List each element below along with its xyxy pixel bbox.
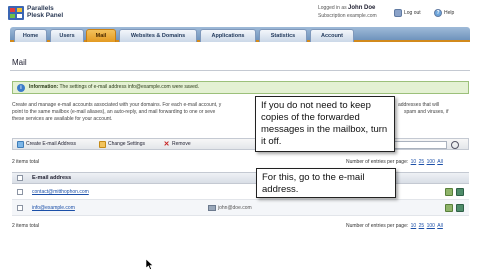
email-table: E-mail address contact@mitthophon.com in… — [12, 172, 469, 216]
brand-line-2: Plesk Panel — [27, 12, 64, 19]
entries-per-page-bottom: Number of entries per page: 10 25 100 Al… — [346, 223, 443, 229]
webmail-icon[interactable] — [456, 188, 464, 196]
tab-users[interactable]: Users — [50, 29, 84, 42]
description-line-2-end: spam and viruses, if — [404, 109, 449, 115]
info-label: Information: — [29, 84, 59, 90]
forward-icon — [208, 205, 216, 211]
entries-per-page-top: Number of entries per page: 10 25 100 Al… — [346, 159, 443, 165]
tab-websites-domains[interactable]: Websites & Domains — [119, 29, 197, 42]
mouse-cursor-icon — [146, 259, 154, 270]
email-address-link[interactable]: info@example.com — [32, 205, 75, 211]
items-total-bottom: 2 items total — [12, 223, 39, 229]
webmail-icon[interactable] — [456, 204, 464, 212]
table-row: contact@mitthophon.com — [12, 184, 469, 200]
per-page-label: Number of entries per page: — [346, 159, 409, 165]
tab-account[interactable]: Account — [310, 29, 354, 42]
tab-statistics[interactable]: Statistics — [259, 29, 307, 42]
info-message: i Information: The settings of e-mail ad… — [12, 81, 469, 94]
info-icon: i — [17, 84, 25, 92]
mailbox-icon[interactable] — [445, 188, 453, 196]
items-total-top: 2 items total — [12, 159, 39, 165]
forwarding-info: john@doe.com — [208, 205, 252, 211]
create-email-label: Create E-mail Address — [26, 141, 77, 147]
remove-x-icon: ✕ — [163, 141, 170, 148]
description-line-2: point to the same mailbox (e-mail aliase… — [12, 109, 216, 115]
column-email-address[interactable]: E-mail address — [32, 175, 71, 181]
mail-toolbar: Create E-mail Address Change Settings ✕ … — [12, 138, 469, 150]
help-link[interactable]: ? Help — [434, 9, 454, 17]
description-line-3: these services are available for your ac… — [12, 116, 113, 122]
logout-link[interactable]: Log out — [394, 9, 421, 17]
table-row: info@example.com john@doe.com — [12, 200, 469, 216]
row-checkbox[interactable] — [17, 189, 23, 195]
plesk-logo-icon — [8, 6, 24, 20]
page-title: Mail — [12, 58, 27, 67]
per-page-25[interactable]: 25 — [419, 223, 425, 229]
remove-label: Remove — [172, 141, 191, 147]
settings-icon — [99, 141, 106, 148]
user-name-link[interactable]: John Doe — [348, 5, 375, 11]
row-actions — [445, 188, 464, 196]
forward-address: john@doe.com — [218, 205, 252, 211]
table-header: E-mail address — [12, 173, 469, 184]
tab-mail[interactable]: Mail — [86, 29, 116, 42]
info-text: The settings of e-mail address info@exam… — [59, 84, 200, 90]
tooltip-callout-first: If you do not need to keep copies of the… — [255, 96, 395, 152]
row-checkbox[interactable] — [17, 205, 23, 211]
tab-home[interactable]: Home — [14, 29, 47, 42]
login-info: Logged in as John Doe Subscription examp… — [318, 4, 377, 20]
per-page-10[interactable]: 10 — [411, 159, 417, 165]
row-actions — [445, 204, 464, 212]
remove-button[interactable]: ✕ Remove — [163, 141, 191, 148]
tooltip-callout-second: For this, go to the e-mail address. — [256, 168, 396, 198]
help-icon: ? — [434, 9, 442, 17]
per-page-10[interactable]: 10 — [411, 223, 417, 229]
header: Parallels Plesk Panel Logged in as John … — [0, 0, 480, 26]
main-tabs: Home Users Mail Websites & Domains Appli… — [10, 27, 470, 42]
change-settings-label: Change Settings — [108, 141, 145, 147]
create-email-icon — [17, 141, 24, 148]
select-all-checkbox[interactable] — [17, 175, 23, 181]
subscription-value[interactable]: example.com — [347, 13, 377, 19]
per-page-100[interactable]: 100 — [427, 223, 435, 229]
per-page-all[interactable]: All — [437, 223, 443, 229]
email-address-link[interactable]: contact@mitthophon.com — [32, 189, 89, 195]
logout-label: Log out — [404, 10, 421, 16]
logged-in-label: Logged in as — [318, 5, 347, 11]
create-email-button[interactable]: Create E-mail Address — [17, 141, 76, 148]
page-description: Create and manage e-mail accounts associ… — [12, 102, 470, 123]
mailbox-icon[interactable] — [445, 204, 453, 212]
brand-name: Parallels Plesk Panel — [27, 5, 63, 19]
per-page-25[interactable]: 25 — [419, 159, 425, 165]
description-line-1-end: addresses that will — [398, 102, 440, 108]
per-page-all[interactable]: All — [437, 159, 443, 165]
brand-line-1: Parallels — [27, 5, 54, 12]
tab-applications[interactable]: Applications — [200, 29, 256, 42]
description-line-1: Create and manage e-mail accounts associ… — [12, 102, 222, 108]
change-settings-button[interactable]: Change Settings — [99, 141, 145, 148]
search-icon[interactable] — [451, 141, 459, 149]
per-page-100[interactable]: 100 — [427, 159, 435, 165]
per-page-label: Number of entries per page: — [346, 223, 409, 229]
title-divider — [10, 70, 470, 71]
logout-icon — [394, 9, 402, 17]
subscription-label: Subscription — [318, 13, 346, 19]
help-label: Help — [444, 10, 455, 16]
